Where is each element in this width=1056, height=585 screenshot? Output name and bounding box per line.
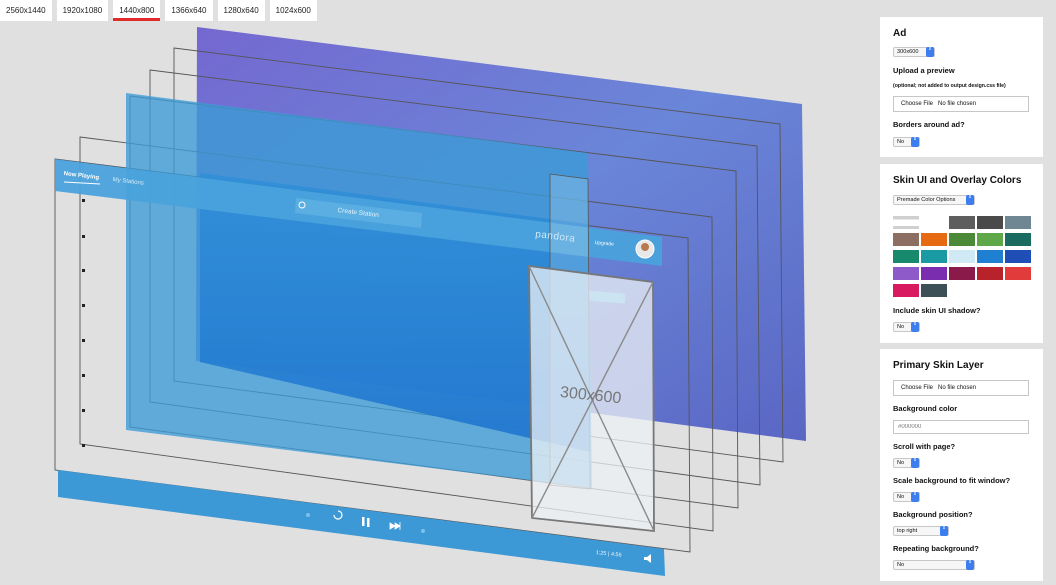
color-swatch[interactable] (949, 233, 975, 246)
color-swatch[interactable] (1005, 267, 1031, 280)
background-position-select[interactable]: top right ⇕ (893, 526, 949, 536)
scale-background-label: Scale background to fit window? (893, 476, 1011, 485)
skin-colors-card: Skin UI and Overlay Colors Premade Color… (880, 164, 1043, 343)
color-swatch[interactable] (893, 216, 919, 229)
skin-preview-scene: Now Playing My Stations Create Station p… (0, 22, 878, 585)
color-swatch[interactable] (949, 250, 975, 263)
ad-settings-card: Ad 300x600 ⇕ Upload a preview (optional;… (880, 17, 1043, 157)
color-swatch[interactable] (921, 216, 947, 229)
color-swatch[interactable] (893, 267, 919, 280)
premade-colors-value: Premade Color Options (897, 197, 956, 203)
color-swatch-grid (893, 216, 1031, 297)
upload-preview-note: (optional; not added to output design.cs… (893, 83, 1006, 89)
thumbs-up-icon[interactable] (421, 529, 425, 533)
background-position-label: Background position? (893, 510, 973, 519)
skin-shadow-select[interactable]: No ⇕ (893, 322, 920, 332)
file-status: No file chosen (938, 101, 977, 107)
thumbs-down-icon[interactable] (306, 513, 310, 517)
repeating-background-value: No (897, 562, 905, 568)
color-swatch[interactable] (893, 284, 919, 297)
color-swatch[interactable] (977, 267, 1003, 280)
ad-size-value: 300x600 (897, 49, 919, 55)
color-swatch[interactable] (893, 233, 919, 246)
ad-section-title: Ad (893, 28, 907, 39)
choose-file-button[interactable]: Choose File (901, 385, 933, 391)
tab-1440x800[interactable]: 1440x800 (113, 0, 161, 21)
color-swatch[interactable] (921, 267, 947, 280)
primary-section-title: Primary Skin Layer (893, 360, 984, 371)
file-status: No file chosen (938, 385, 977, 391)
background-color-label: Background color (893, 404, 958, 413)
background-position-value: top right (897, 528, 918, 534)
repeating-background-label: Repeating background? (893, 544, 979, 553)
resolution-tabs: 2560x1440 1920x1080 1440x800 1366x640 12… (0, 0, 322, 22)
tab-1366x640[interactable]: 1366x640 (165, 0, 213, 21)
sidebar-dots (82, 199, 85, 447)
scroll-with-page-label: Scroll with page? (893, 442, 956, 451)
color-swatch[interactable] (893, 250, 919, 263)
color-swatch[interactable] (921, 284, 947, 297)
skin-shadow-label: Include skin UI shadow? (893, 306, 981, 315)
choose-file-button[interactable]: Choose File (901, 101, 933, 107)
background-color-input[interactable] (893, 420, 1029, 434)
premade-colors-select[interactable]: Premade Color Options ⇕ (893, 195, 975, 205)
color-swatch[interactable] (977, 233, 1003, 246)
color-swatch[interactable] (1005, 233, 1031, 246)
select-arrows-icon: ⇕ (911, 492, 919, 502)
color-swatch[interactable] (949, 216, 975, 229)
settings-panel: Ad 300x600 ⇕ Upload a preview (optional;… (878, 0, 1056, 585)
color-swatch[interactable] (921, 233, 947, 246)
tab-1024x600[interactable]: 1024x600 (269, 0, 317, 21)
scroll-with-page-select[interactable]: No ⇕ (893, 458, 920, 468)
ad-size-select[interactable]: 300x600 ⇕ (893, 47, 935, 57)
upload-preview-label: Upload a preview (893, 66, 955, 75)
select-arrows-icon: ⇕ (940, 526, 948, 536)
scale-background-select[interactable]: No ⇕ (893, 492, 920, 502)
select-arrows-icon: ⇕ (926, 47, 934, 57)
color-swatch[interactable] (1005, 216, 1031, 229)
layer-stack (54, 27, 806, 576)
select-arrows-icon: ⇕ (966, 195, 974, 205)
tab-1920x1080[interactable]: 1920x1080 (56, 0, 109, 21)
tab-2560x1440[interactable]: 2560x1440 (0, 0, 52, 21)
primary-file-input[interactable]: Choose File No file chosen (893, 380, 1029, 396)
repeating-background-select[interactable]: No ⇕ (893, 560, 975, 570)
color-swatch[interactable] (949, 267, 975, 280)
color-swatch[interactable] (977, 250, 1003, 263)
skin-shadow-value: No (897, 324, 905, 330)
skin-section-title: Skin UI and Overlay Colors (893, 175, 1022, 186)
ad-file-input[interactable]: Choose File No file chosen (893, 96, 1029, 112)
borders-label: Borders around ad? (893, 120, 965, 129)
select-arrows-icon: ⇕ (911, 137, 919, 147)
tab-1280x640[interactable]: 1280x640 (217, 0, 265, 21)
color-swatch[interactable] (977, 216, 1003, 229)
borders-value: No (897, 139, 905, 145)
primary-skin-layer-card: Primary Skin Layer Choose File No file c… (880, 349, 1043, 581)
select-arrows-icon: ⇕ (966, 560, 974, 570)
color-swatch[interactable] (921, 250, 947, 263)
scroll-with-page-value: No (897, 460, 905, 466)
select-arrows-icon: ⇕ (911, 322, 919, 332)
time-total: 4:56 (610, 551, 622, 559)
time-elapsed: 1:25 (595, 550, 607, 558)
color-swatch[interactable] (1005, 250, 1031, 263)
scale-background-value: No (897, 494, 905, 500)
borders-select[interactable]: No ⇕ (893, 137, 920, 147)
select-arrows-icon: ⇕ (911, 458, 919, 468)
